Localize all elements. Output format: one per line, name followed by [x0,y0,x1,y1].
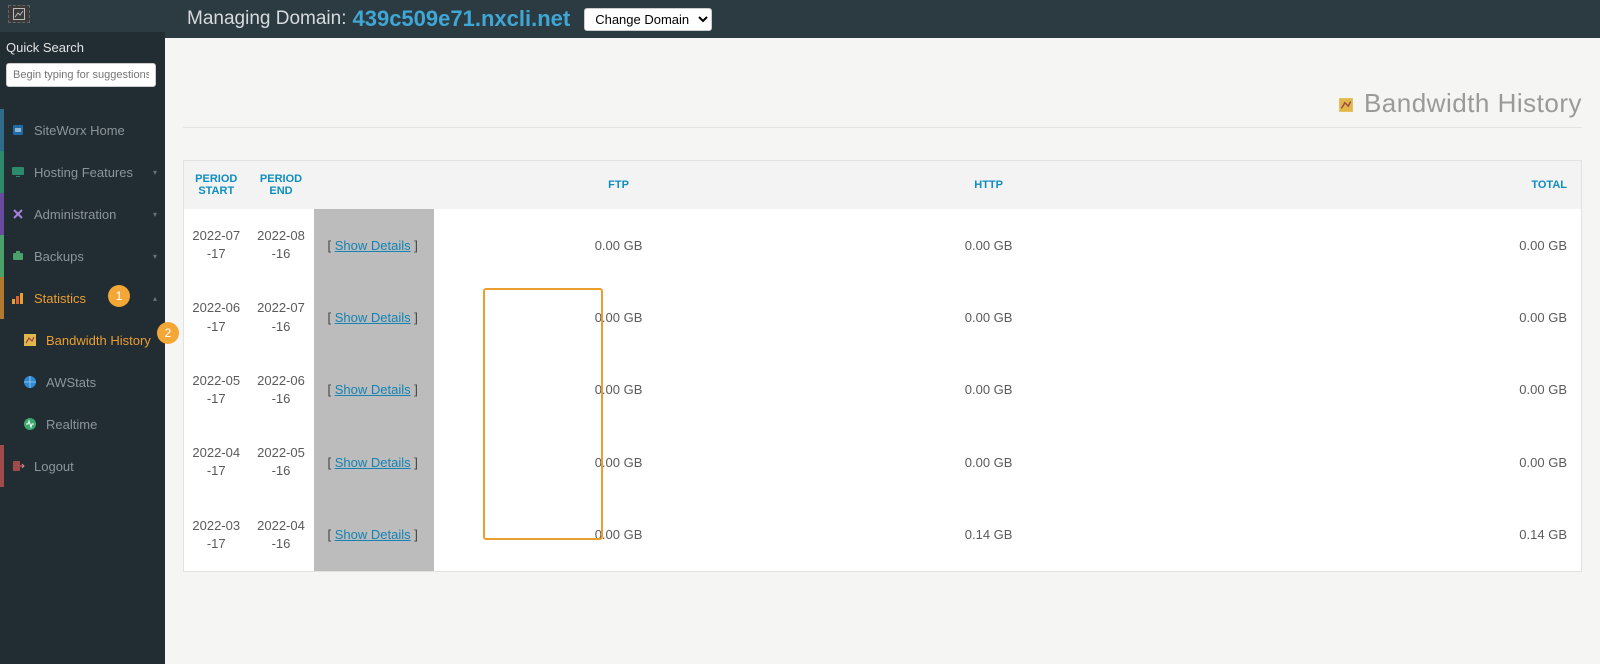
table-row: 2022-04-172022-05-16[ Show Details ]0.00… [184,426,1582,498]
cell-ftp: 0.00 GB [434,281,804,353]
col-ftp[interactable]: FTP [434,161,804,210]
sidebar-item-label: Administration [34,207,116,222]
broken-image-icon [8,5,30,23]
home-icon [10,122,26,138]
cell-http: 0.00 GB [804,426,1174,498]
cell-http: 0.00 GB [804,209,1174,281]
cell-total: 0.00 GB [1174,354,1582,426]
cell-show-details: [ Show Details ] [314,426,434,498]
cell-total: 0.14 GB [1174,499,1582,572]
chart-icon [10,290,26,306]
cell-show-details: [ Show Details ] [314,281,434,353]
annotation-badge-2: 2 [157,322,179,344]
cell-period-end: 2022-08-16 [249,209,314,281]
annotation-badge-1: 1 [108,285,130,307]
cell-total: 0.00 GB [1174,281,1582,353]
cell-show-details: [ Show Details ] [314,499,434,572]
cell-period-start: 2022-05-17 [184,354,249,426]
table-row: 2022-03-172022-04-16[ Show Details ]0.00… [184,499,1582,572]
quick-search-input[interactable] [6,63,156,87]
cell-period-start: 2022-04-17 [184,426,249,498]
sidebar-item-statistics[interactable]: Statistics [0,277,165,319]
header-bar: Managing Domain: 439c509e71.nxcli.net Ch… [165,0,1600,38]
main-content: Bandwidth History PERIOD START PERIOD EN… [165,38,1600,664]
show-details-link[interactable]: Show Details [335,310,411,325]
monitor-icon [10,164,26,180]
cell-total: 0.00 GB [1174,209,1582,281]
sidebar-item-backups[interactable]: Backups [0,235,165,277]
col-period-end[interactable]: PERIOD END [249,161,314,210]
cell-ftp: 0.00 GB [434,499,804,572]
sidebar-item-label: Statistics [34,291,86,306]
cell-period-start: 2022-03-17 [184,499,249,572]
table-row: 2022-06-172022-07-16[ Show Details ]0.00… [184,281,1582,353]
tools-icon [10,206,26,222]
col-period-start[interactable]: PERIOD START [184,161,249,210]
cell-ftp: 0.00 GB [434,354,804,426]
col-total[interactable]: TOTAL [1174,161,1582,210]
logout-icon [10,458,26,474]
sidebar-item-label: SiteWorx Home [34,123,125,138]
bandwidth-icon [22,332,38,348]
sidebar: Quick Search SiteWorx Home Hosting Featu… [0,0,165,664]
logo-area [0,0,165,32]
cell-show-details: [ Show Details ] [314,354,434,426]
header-domain: 439c509e71.nxcli.net [352,6,570,32]
sidebar-item-bandwidth-history[interactable]: Bandwidth History [0,319,165,361]
table-row: 2022-05-172022-06-16[ Show Details ]0.00… [184,354,1582,426]
cell-period-end: 2022-04-16 [249,499,314,572]
pulse-icon [22,416,38,432]
sidebar-item-logout[interactable]: Logout [0,445,165,487]
page-title: Bandwidth History [1364,88,1582,118]
quick-search-label: Quick Search [0,32,165,59]
cell-ftp: 0.00 GB [434,209,804,281]
cell-total: 0.00 GB [1174,426,1582,498]
bandwidth-table: PERIOD START PERIOD END FTP HTTP TOTAL 2… [183,160,1582,572]
show-details-link[interactable]: Show Details [335,238,411,253]
cell-period-start: 2022-07-17 [184,209,249,281]
sidebar-item-awstats[interactable]: AWStats [0,361,165,403]
backup-icon [10,248,26,264]
cell-ftp: 0.00 GB [434,426,804,498]
cell-http: 0.14 GB [804,499,1174,572]
globe-icon [22,374,38,390]
sidebar-item-realtime[interactable]: Realtime [0,403,165,445]
header-label: Managing Domain: [187,8,346,30]
sidebar-item-label: Logout [34,459,74,474]
sidebar-item-siteworx-home[interactable]: SiteWorx Home [0,109,165,151]
sidebar-item-label: Hosting Features [34,165,133,180]
col-details [314,161,434,210]
table-header-row: PERIOD START PERIOD END FTP HTTP TOTAL [184,161,1582,210]
show-details-link[interactable]: Show Details [335,382,411,397]
sidebar-item-hosting-features[interactable]: Hosting Features [0,151,165,193]
cell-period-end: 2022-07-16 [249,281,314,353]
sidebar-item-administration[interactable]: Administration [0,193,165,235]
cell-http: 0.00 GB [804,281,1174,353]
cell-period-end: 2022-05-16 [249,426,314,498]
sidebar-item-label: Realtime [46,417,97,432]
show-details-link[interactable]: Show Details [335,455,411,470]
sidebar-item-label: AWStats [46,375,96,390]
cell-http: 0.00 GB [804,354,1174,426]
cell-show-details: [ Show Details ] [314,209,434,281]
cell-period-start: 2022-06-17 [184,281,249,353]
col-http[interactable]: HTTP [804,161,1174,210]
show-details-link[interactable]: Show Details [335,527,411,542]
change-domain-select[interactable]: Change Domain [584,8,712,31]
page-title-row: Bandwidth History [183,88,1582,128]
cell-period-end: 2022-06-16 [249,354,314,426]
bandwidth-history-icon [1338,97,1354,118]
sidebar-item-label: Backups [34,249,84,264]
sidebar-item-label: Bandwidth History [46,333,151,348]
table-row: 2022-07-172022-08-16[ Show Details ]0.00… [184,209,1582,281]
